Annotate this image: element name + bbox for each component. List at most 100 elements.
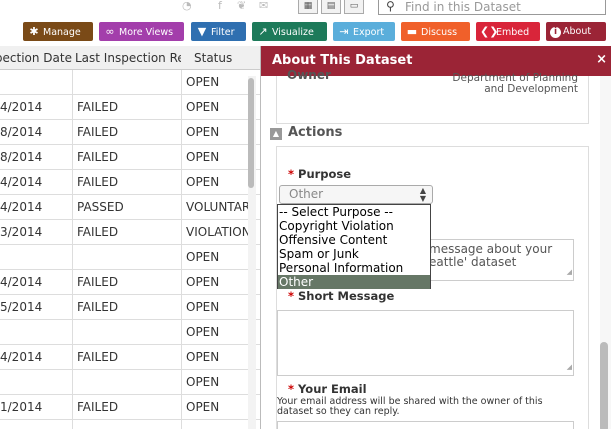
cell-inspection-date: 4/2014 xyxy=(0,175,43,189)
facebook-icon[interactable]: f xyxy=(218,0,222,14)
rss-icon[interactable]: ◔ xyxy=(182,0,192,14)
resize-grip-icon[interactable]: ◢ xyxy=(567,361,572,374)
cell-last-inspection-result xyxy=(77,70,181,95)
collapse-icon[interactable]: ▲ xyxy=(270,128,282,140)
owner-section: Owner Department of Planning and Develop… xyxy=(276,68,589,124)
cell-last-inspection-result: FAILED xyxy=(77,350,119,364)
page-view-icon[interactable]: ▭ xyxy=(344,0,364,14)
short-message-textarea[interactable]: ◢ xyxy=(277,310,574,376)
table-row[interactable]: 3/2014 FAILED VIOLATION xyxy=(0,220,260,245)
table-row[interactable]: 4/2014 PASSED VOLUNTARY xyxy=(0,195,260,220)
cell-last-inspection-result xyxy=(77,245,181,270)
table-row[interactable]: 8/2014 FAILED OPEN xyxy=(0,145,260,170)
list-view-icon[interactable]: ▤ xyxy=(321,0,341,14)
grid-header: Inspection Date Last Inspection Result S… xyxy=(0,46,260,70)
cell-status: OPEN xyxy=(186,175,220,189)
cell-status: OPEN xyxy=(186,300,220,314)
purpose-option[interactable]: Other xyxy=(278,275,430,289)
cell-status: OPEN xyxy=(186,350,220,364)
email-field[interactable] xyxy=(277,421,574,429)
cell-inspection-date: 8/2014 xyxy=(0,125,43,139)
purpose-option[interactable]: Copyright Violation xyxy=(278,219,430,233)
about-button[interactable]: i About xyxy=(546,22,606,41)
filter-button[interactable]: ▼ Filter xyxy=(191,22,246,41)
manage-button[interactable]: ✱ Manage xyxy=(23,22,93,41)
email-note: Your email address will be shared with t… xyxy=(277,396,543,417)
table-row[interactable]: OPEN xyxy=(0,70,260,95)
cell-status: OPEN xyxy=(186,75,220,89)
search-icon: ⚲ xyxy=(386,0,395,13)
cell-status: OPEN xyxy=(186,125,220,139)
cell-status: OPEN xyxy=(186,150,220,164)
select-arrows-icon: ▲ ▼ xyxy=(419,186,426,203)
cell-last-inspection-result: FAILED xyxy=(77,175,119,189)
cell-last-inspection-result: FAILED xyxy=(77,100,119,114)
visualize-button[interactable]: ↗ Visualize xyxy=(252,22,327,41)
cell-last-inspection-result: FAILED xyxy=(77,400,119,414)
purpose-dropdown-list[interactable]: -- Select Purpose -- Copyright Violation O… xyxy=(277,204,431,289)
cell-status: VIOLATION xyxy=(186,225,248,239)
cell-inspection-date: 1/2014 xyxy=(0,400,43,414)
purpose-select[interactable]: Other ▲ ▼ xyxy=(279,185,433,204)
about-label: About xyxy=(563,26,592,37)
discuss-label: Discuss xyxy=(421,27,458,38)
table-row[interactable] xyxy=(0,420,260,429)
manage-label: Manage xyxy=(43,27,81,38)
grid-scrollbar-thumb[interactable] xyxy=(248,78,254,188)
email-label: * Your Email xyxy=(288,382,367,396)
resize-grip-icon[interactable]: ◢ xyxy=(567,266,572,279)
column-header-last-inspection-result[interactable]: Last Inspection Result xyxy=(75,46,181,70)
table-row[interactable]: 8/2014 FAILED OPEN xyxy=(0,120,260,145)
purpose-option[interactable]: Personal Information xyxy=(278,261,430,275)
chart-icon: ↗ xyxy=(258,25,268,38)
cell-inspection-date xyxy=(0,420,70,429)
search-placeholder: Find in this Dataset xyxy=(405,0,521,14)
more-views-button[interactable]: ∞ More Views xyxy=(99,22,184,41)
cell-status: OPEN xyxy=(186,275,220,289)
cell-last-inspection-result xyxy=(77,370,181,395)
column-header-status[interactable]: Status xyxy=(194,46,248,70)
purpose-label: * Purpose xyxy=(288,167,352,181)
search-input[interactable]: ⚲ Find in this Dataset xyxy=(378,0,606,15)
grid-view-icon[interactable]: ▦ xyxy=(298,0,318,14)
cell-last-inspection-result: FAILED xyxy=(77,275,119,289)
cell-status xyxy=(186,420,248,429)
cell-status: OPEN xyxy=(186,250,220,264)
cell-inspection-date xyxy=(0,70,70,95)
discuss-button[interactable]: ▬ Discuss xyxy=(401,22,470,41)
cell-inspection-date xyxy=(0,370,70,395)
purpose-option[interactable]: -- Select Purpose -- xyxy=(278,205,430,219)
close-icon[interactable]: × xyxy=(596,46,607,74)
panel-title: About This Dataset xyxy=(272,53,413,68)
views-icon: ∞ xyxy=(105,25,115,38)
purpose-option[interactable]: Spam or Junk xyxy=(278,247,430,261)
panel-scrollbar-thumb[interactable] xyxy=(600,342,608,429)
cell-last-inspection-result: FAILED xyxy=(77,125,119,139)
cell-inspection-date: 4/2014 xyxy=(0,100,43,114)
cell-status: OPEN xyxy=(186,400,220,414)
purpose-option[interactable]: Offensive Content xyxy=(278,233,430,247)
filter-label: Filter xyxy=(211,27,235,38)
export-button[interactable]: ⇥ Export xyxy=(333,22,395,41)
table-row[interactable]: OPEN xyxy=(0,245,260,270)
table-row[interactable]: 1/2014 FAILED OPEN xyxy=(0,395,260,420)
table-row[interactable]: OPEN xyxy=(0,370,260,395)
export-label: Export xyxy=(353,27,385,38)
table-row[interactable]: 4/2014 FAILED OPEN xyxy=(0,170,260,195)
twitter-icon[interactable]: ❦ xyxy=(237,0,246,14)
table-row[interactable]: 4/2014 FAILED OPEN xyxy=(0,95,260,120)
visualize-label: Visualize xyxy=(272,27,314,38)
table-row[interactable]: 4/2014 FAILED OPEN xyxy=(0,270,260,295)
actions-heading[interactable]: Actions xyxy=(288,125,342,140)
short-message-label: * Short Message xyxy=(288,289,395,303)
embed-button[interactable]: ❮❯Embed xyxy=(476,22,540,41)
column-header-inspection-date[interactable]: Inspection Date xyxy=(0,46,72,70)
email-icon[interactable]: ✉ xyxy=(259,0,268,14)
table-row[interactable]: 4/2014 FAILED OPEN xyxy=(0,345,260,370)
table-row[interactable]: OPEN xyxy=(0,320,260,345)
table-row[interactable]: 5/2014 FAILED OPEN xyxy=(0,295,260,320)
info-icon: i xyxy=(550,27,561,38)
cell-inspection-date: 8/2014 xyxy=(0,150,43,164)
cell-inspection-date xyxy=(0,320,70,345)
cell-last-inspection-result: FAILED xyxy=(77,225,119,239)
